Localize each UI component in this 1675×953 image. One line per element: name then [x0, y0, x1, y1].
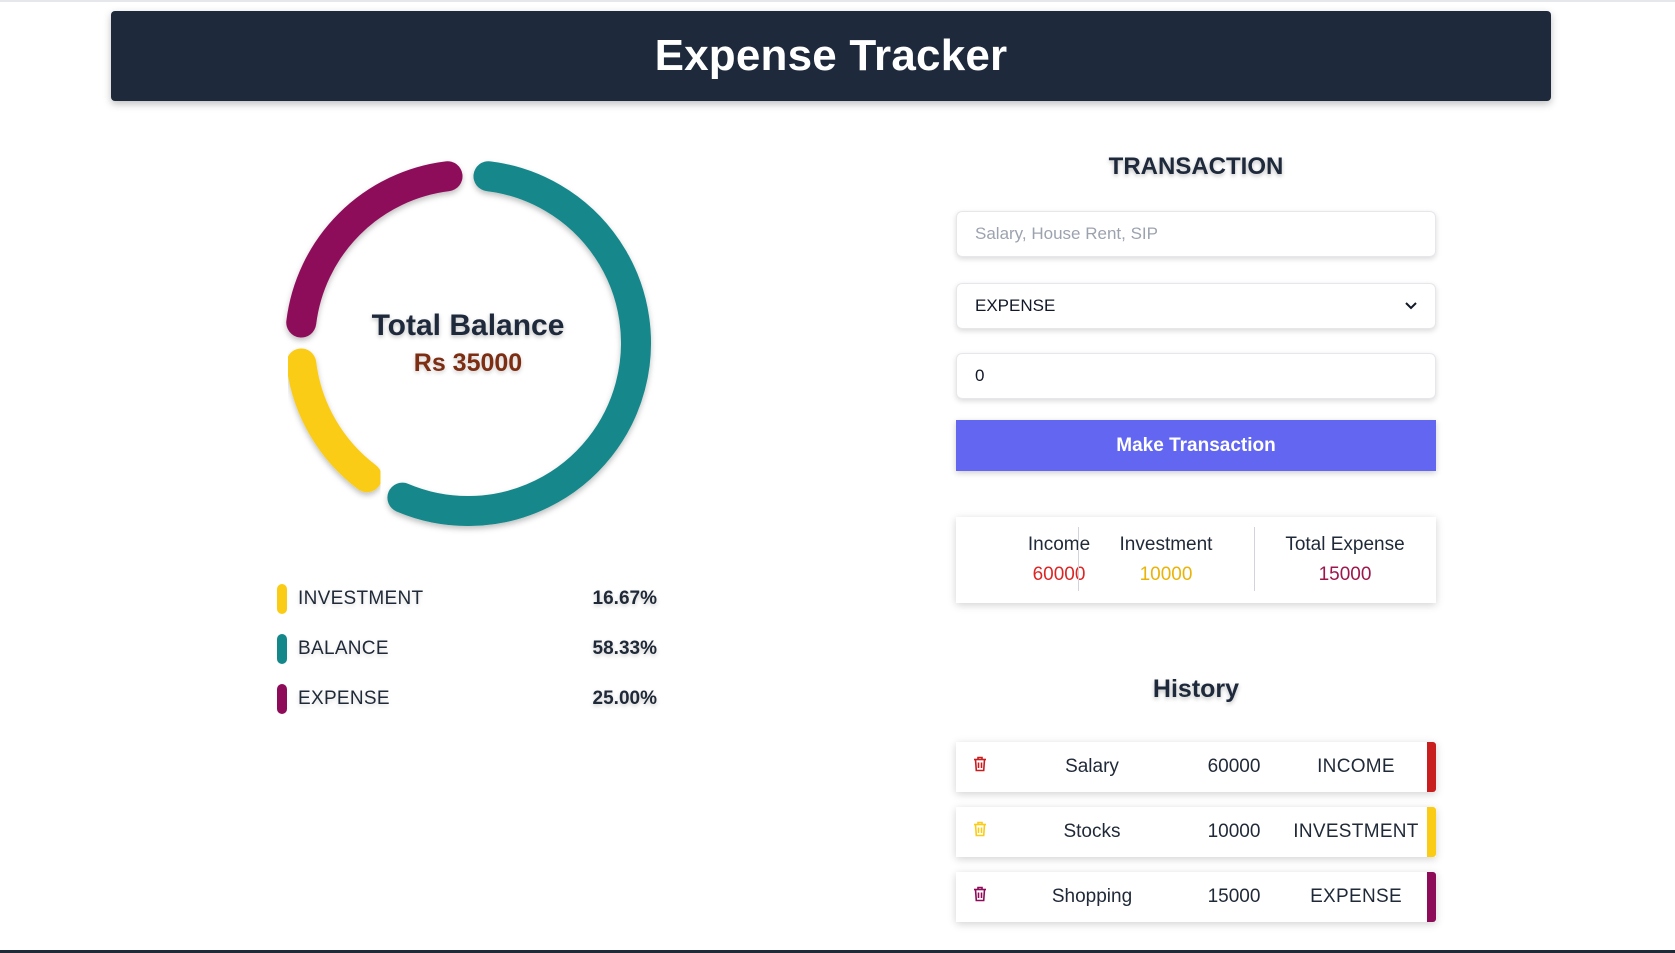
legend-label: BALANCE	[298, 638, 389, 659]
balance-donut-chart: Total Balance Rs 35000	[270, 145, 666, 541]
legend-label: EXPENSE	[298, 688, 390, 709]
history-type: INVESTMENT	[1293, 821, 1419, 842]
history-color-bar	[1427, 742, 1436, 792]
history-row-salary: Salary 60000 INCOME	[956, 742, 1436, 792]
app-title: Expense Tracker	[654, 31, 1008, 80]
legend-item-expense: EXPENSE 25.00%	[277, 674, 657, 724]
history-name: Salary	[1065, 756, 1119, 777]
trash-icon[interactable]	[973, 821, 991, 841]
legend-item-investment: INVESTMENT 16.67%	[277, 574, 657, 624]
total-balance-value: Rs 35000	[413, 348, 523, 377]
history-title: History	[1152, 675, 1240, 703]
app-header: Expense Tracker	[111, 11, 1551, 101]
legend-swatch-expense	[277, 684, 287, 714]
history-color-bar	[1427, 872, 1436, 922]
amount-input[interactable]: 0	[956, 353, 1436, 399]
history-amount: 15000	[1207, 886, 1261, 907]
chevron-down-icon	[1405, 297, 1417, 315]
make-transaction-button[interactable]: Make Transaction	[956, 420, 1436, 471]
history-color-bar	[1427, 807, 1436, 857]
transaction-title: TRANSACTION	[1108, 153, 1284, 180]
legend-label: INVESTMENT	[298, 588, 424, 609]
history-row-stocks: Stocks 10000 INVESTMENT	[956, 807, 1436, 857]
summary-card: Income 60000 Investment 10000 Total Expe…	[956, 517, 1436, 603]
history-amount: 60000	[1207, 756, 1261, 777]
history-name: Shopping	[1051, 886, 1133, 907]
type-select-value: EXPENSE	[975, 296, 1056, 315]
trash-icon[interactable]	[973, 886, 991, 906]
summary-expense-value: 15000	[1318, 564, 1372, 585]
summary-investment: Investment 10000	[1078, 517, 1254, 603]
chart-legend: INVESTMENT 16.67% BALANCE 58.33% EXPENSE…	[277, 574, 657, 724]
summary-expense: Total Expense 15000	[1254, 517, 1436, 603]
trash-icon[interactable]	[973, 756, 991, 776]
history-type: EXPENSE	[1310, 886, 1402, 907]
legend-item-balance: BALANCE 58.33%	[277, 624, 657, 674]
legend-value: 25.00%	[592, 688, 657, 709]
history-amount: 10000	[1207, 821, 1261, 842]
chart-center: Total Balance Rs 35000	[270, 145, 666, 541]
legend-value: 58.33%	[592, 638, 657, 659]
summary-expense-label: Total Expense	[1285, 534, 1405, 555]
history-type: INCOME	[1317, 756, 1395, 777]
legend-swatch-balance	[277, 634, 287, 664]
legend-value: 16.67%	[592, 588, 657, 609]
description-input[interactable]: Salary, House Rent, SIP	[956, 211, 1436, 257]
total-balance-title: Total Balance	[371, 308, 565, 342]
type-select[interactable]: EXPENSE	[956, 283, 1436, 329]
legend-swatch-investment	[277, 584, 287, 614]
history-row-shopping: Shopping 15000 EXPENSE	[956, 872, 1436, 922]
summary-investment-value: 10000	[1139, 564, 1193, 585]
history-name: Stocks	[1063, 821, 1121, 842]
top-border	[0, 0, 1675, 2]
summary-investment-label: Investment	[1119, 534, 1213, 555]
